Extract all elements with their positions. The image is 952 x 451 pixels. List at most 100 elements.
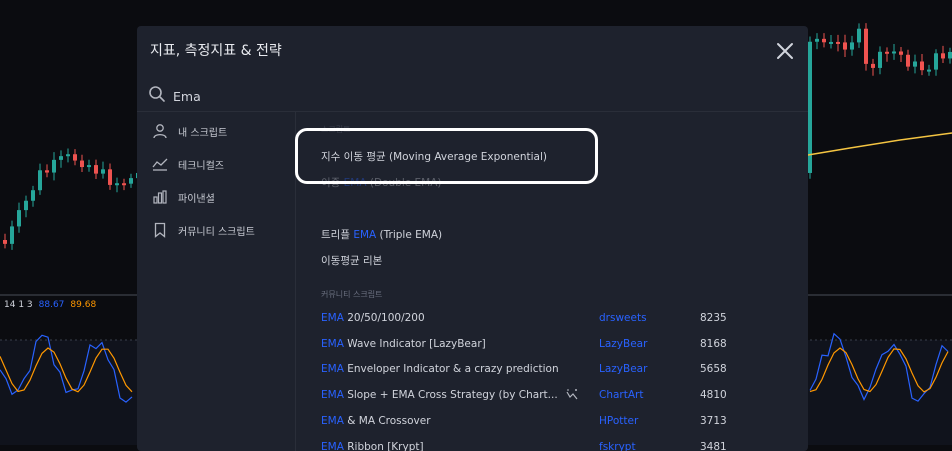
candle-body	[17, 210, 21, 226]
candle-body	[906, 55, 910, 67]
result-author[interactable]: HPotter	[599, 415, 638, 427]
community-result-row[interactable]: EMA Slope + EMA Cross Strategy (by Chart…	[296, 384, 808, 408]
dialog-title: 지표, 측정지표 & 전략	[150, 40, 282, 60]
candle-body	[59, 156, 63, 160]
result-author[interactable]: drsweets	[599, 312, 647, 324]
annotation-highlight-box	[295, 128, 598, 184]
result-name: EMA 20/50/100/200	[321, 312, 425, 324]
sidebar-item-label: 커뮤니티 스크립트	[178, 223, 255, 238]
match-highlight: EMA	[321, 338, 344, 350]
result-title: & MA Crossover	[344, 415, 431, 427]
candle-body	[3, 240, 7, 244]
candle-body	[10, 226, 14, 243]
community-result-row[interactable]: EMA Wave Indicator [LazyBear] LazyBear 816…	[296, 333, 808, 357]
result-author[interactable]: fskrypt	[599, 441, 636, 451]
candle-body	[948, 52, 952, 59]
candle-body	[885, 52, 889, 54]
oscillator-values: 14 1 3 88.67 89.68	[4, 300, 96, 310]
match-highlight: EMA	[321, 363, 344, 375]
match-highlight: EMA	[321, 389, 344, 401]
result-author[interactable]: LazyBear	[599, 363, 647, 375]
candle-body	[934, 53, 938, 69]
candle-body	[101, 169, 105, 173]
candle-body	[815, 39, 819, 42]
result-title: Enveloper Indicator & a crazy prediction	[344, 363, 559, 375]
candle-body	[808, 42, 812, 173]
candle-body	[94, 165, 98, 174]
candle-body	[31, 190, 35, 201]
candle-body	[920, 61, 924, 70]
search-input[interactable]	[171, 83, 675, 109]
candle-body	[892, 51, 896, 53]
indicators-dialog: 지표, 측정지표 & 전략 내 스크립트 테크니컬즈	[137, 26, 808, 451]
candle-body	[829, 42, 833, 44]
match-highlight: EMA	[321, 312, 344, 324]
result-name: EMA Ribbon [Krypt]	[321, 441, 424, 451]
result-likes: 8168	[700, 338, 727, 350]
result-name: 트리플 EMA (Triple EMA)	[321, 227, 442, 242]
result-title: 20/50/100/200	[344, 312, 425, 324]
result-author[interactable]: LazyBear	[599, 338, 647, 350]
candle-body	[836, 42, 840, 44]
candle-body	[871, 64, 875, 68]
candle-body	[122, 183, 126, 185]
candle-body	[38, 170, 42, 190]
result-triple-ema[interactable]: 트리플 EMA (Triple EMA)	[296, 222, 808, 246]
community-result-row[interactable]: EMA & MA Crossover HPotter 3713	[296, 410, 808, 434]
match-highlight: EMA	[321, 415, 344, 427]
close-button[interactable]	[774, 40, 796, 62]
candle-body	[24, 201, 28, 210]
close-icon	[774, 40, 796, 62]
community-result-row[interactable]: EMA Enveloper Indicator & a crazy predic…	[296, 358, 808, 382]
result-name: EMA & MA Crossover	[321, 415, 431, 427]
result-likes: 3713	[700, 415, 727, 427]
result-likes: 4810	[700, 389, 727, 401]
candle-body	[878, 52, 882, 68]
result-suffix: (Triple EMA)	[376, 229, 442, 241]
sidebar-item-technicals[interactable]: 테크니컬즈	[137, 150, 294, 178]
search-bar	[137, 81, 808, 112]
result-likes: 5658	[700, 363, 727, 375]
candle-body	[899, 51, 903, 54]
oscillator-params: 14 1 3	[4, 300, 33, 310]
sidebar-item-financials[interactable]: 파이낸셜	[137, 183, 294, 211]
bookmark-icon	[152, 222, 168, 238]
sidebar-item-label: 테크니컬즈	[178, 157, 224, 172]
chart-line-icon	[152, 156, 168, 172]
sidebar-item-label: 파이낸셜	[178, 190, 215, 205]
candle-body	[864, 29, 868, 64]
match-highlight: EMA	[353, 229, 376, 241]
dialog-header: 지표, 측정지표 & 전략	[137, 26, 808, 76]
sidebar-item-my-scripts[interactable]: 내 스크립트	[137, 117, 294, 145]
result-title: Wave Indicator [LazyBear]	[344, 338, 486, 350]
result-name: EMA Wave Indicator [LazyBear]	[321, 338, 486, 350]
result-title: Ribbon [Krypt]	[344, 441, 424, 451]
result-likes: 8235	[700, 312, 727, 324]
sidebar-item-label: 내 스크립트	[178, 124, 227, 139]
result-ma-ribbon[interactable]: 이동평균 리본	[296, 248, 808, 272]
community-section-title: 커뮤니티 스크립트	[321, 289, 382, 300]
sidebar: 내 스크립트 테크니컬즈 파이낸셜 커뮤니티 스크립트	[137, 112, 296, 451]
oscillator-value-blue: 88.67	[39, 300, 65, 310]
candle-body	[129, 178, 133, 184]
candle-body	[66, 154, 70, 156]
candle-body	[850, 42, 854, 49]
match-highlight: EMA	[321, 441, 344, 451]
result-name: 이동평균 리본	[321, 253, 382, 268]
result-likes: 3481	[700, 441, 727, 451]
result-title: Slope + EMA Cross Strategy (by Chart...	[344, 389, 558, 401]
result-author[interactable]: ChartArt	[599, 389, 643, 401]
moving-average-line	[808, 133, 952, 155]
candle-body	[843, 42, 847, 49]
candle-body	[941, 53, 945, 58]
community-result-row[interactable]: EMA Ribbon [Krypt] fskrypt 3481	[296, 436, 808, 451]
candle-body	[822, 39, 826, 42]
candle-body	[108, 169, 112, 185]
strategy-icon	[565, 388, 579, 402]
candle-body	[927, 70, 931, 72]
search-icon	[148, 85, 166, 103]
community-result-row[interactable]: EMA 20/50/100/200 drsweets 8235	[296, 307, 808, 331]
sidebar-item-community-scripts[interactable]: 커뮤니티 스크립트	[137, 216, 294, 244]
candle-body	[913, 61, 917, 66]
result-name: EMA Slope + EMA Cross Strategy (by Chart…	[321, 389, 558, 401]
